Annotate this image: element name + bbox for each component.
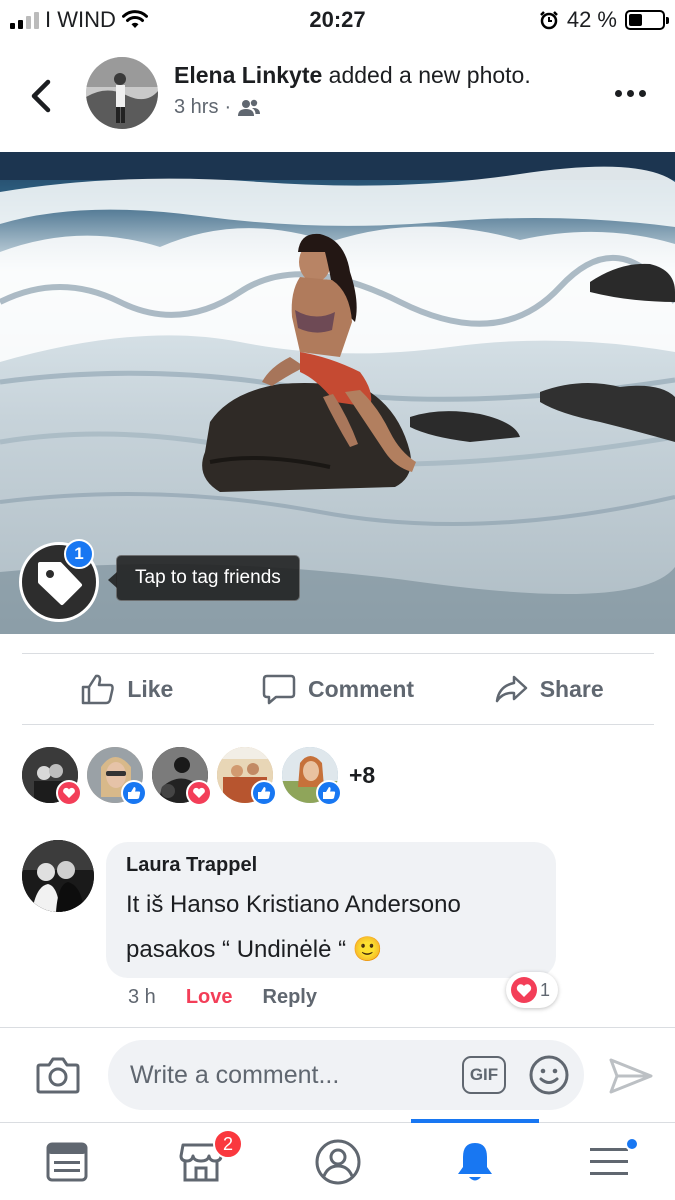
tab-marketplace[interactable]: 2 xyxy=(137,1123,265,1200)
profile-icon xyxy=(315,1139,361,1185)
tab-menu[interactable] xyxy=(545,1123,673,1200)
menu-hamburger-icon xyxy=(590,1148,628,1175)
more-reactions-count[interactable]: +8 xyxy=(349,762,375,789)
battery-percent: 42 % xyxy=(566,7,617,32)
reactor-avatar[interactable] xyxy=(22,747,82,806)
like-button[interactable]: Like xyxy=(22,654,233,724)
comment-bubble-icon xyxy=(262,674,296,705)
comment-input-container: GIF xyxy=(108,1040,584,1110)
commenter-avatar[interactable] xyxy=(22,840,94,912)
reactor-avatar[interactable] xyxy=(152,747,212,806)
post-action-text: added a new photo. xyxy=(328,62,531,88)
battery-icon xyxy=(625,10,669,30)
emoji-icon[interactable] xyxy=(528,1054,570,1096)
gif-button[interactable]: GIF xyxy=(462,1056,506,1094)
like-label: Like xyxy=(127,675,174,702)
comment-button[interactable]: Comment xyxy=(233,654,444,724)
thumbs-up-icon xyxy=(82,674,115,705)
marketplace-notification-badge: 2 xyxy=(213,1129,243,1159)
tab-news-feed[interactable] xyxy=(3,1123,131,1200)
reactor-avatar[interactable] xyxy=(87,747,147,806)
post-action-bar: Like Comment Share xyxy=(22,653,654,725)
bottom-tab-bar: 2 xyxy=(0,1119,675,1200)
author-avatar[interactable] xyxy=(86,57,158,129)
news-feed-icon xyxy=(46,1142,88,1182)
comment-text: It iš Hanso Kristiano Andersono pasakos … xyxy=(126,883,536,972)
send-icon[interactable] xyxy=(608,1056,654,1096)
tag-friends-tooltip[interactable]: Tap to tag friends xyxy=(108,555,300,601)
meta-separator-dot: · xyxy=(224,96,232,118)
comment-label: Comment xyxy=(307,675,415,702)
tab-notifications[interactable] xyxy=(411,1119,539,1200)
commenter-avatar-image xyxy=(22,840,94,912)
author-avatar-image xyxy=(86,57,158,129)
like-reaction-icon xyxy=(316,780,342,806)
comment-bubble[interactable]: Laura Trappel It iš Hanso Kristiano Ande… xyxy=(106,842,556,978)
comment-reaction-summary[interactable]: 1 xyxy=(506,972,559,1008)
friends-icon xyxy=(238,99,261,116)
love-reaction-icon xyxy=(56,780,82,806)
share-button[interactable]: Share xyxy=(443,654,654,724)
reactor-avatar[interactable] xyxy=(217,747,277,806)
comment-reply-button[interactable]: Reply xyxy=(263,986,317,1009)
post-meta: 3 hrs · xyxy=(174,96,261,119)
comment-author[interactable]: Laura Trappel xyxy=(126,854,536,877)
more-options-icon[interactable] xyxy=(615,86,649,100)
comment-time: 3 h xyxy=(128,986,156,1008)
comment-text-line: pasakos “ Undinėlė “ xyxy=(126,936,347,963)
post-header: Elena Linkyte added a new photo. 3 hrs · xyxy=(0,50,675,145)
alarm-icon xyxy=(539,11,558,30)
tab-profile[interactable] xyxy=(274,1123,402,1200)
author-name[interactable]: Elena Linkyte xyxy=(174,62,322,88)
like-reaction-icon xyxy=(251,780,277,806)
comment-text-line-2: pasakos “ Undinėlė “ 🙂 xyxy=(126,927,536,972)
reactor-avatar[interactable] xyxy=(282,747,342,806)
comment-text-line: It iš Hanso Kristiano Andersono xyxy=(126,891,461,918)
status-bar: I WIND 20:27 42 % xyxy=(0,0,675,40)
comment-love-button[interactable]: Love xyxy=(186,986,233,1009)
comment-composer: GIF xyxy=(0,1027,675,1122)
share-label: Share xyxy=(539,675,604,702)
smile-emoji: 🙂 xyxy=(352,935,383,963)
battery-group: 42 % xyxy=(539,7,669,33)
comment-input[interactable] xyxy=(130,1040,450,1110)
bell-icon xyxy=(458,1143,492,1181)
camera-icon[interactable] xyxy=(36,1055,80,1095)
seascape-photo xyxy=(0,152,675,634)
like-reaction-icon xyxy=(121,780,147,806)
post-title: Elena Linkyte added a new photo. xyxy=(174,62,531,89)
battery-fill xyxy=(629,14,642,26)
reactions-row[interactable]: +8 xyxy=(22,745,375,806)
love-reaction-icon xyxy=(511,977,537,1003)
menu-notification-dot xyxy=(625,1137,639,1151)
tag-count-badge: 1 xyxy=(64,539,94,569)
post-photo[interactable]: 1 Tap to tag friends xyxy=(0,152,675,634)
love-reaction-icon xyxy=(186,780,212,806)
comment-reaction-count: 1 xyxy=(540,979,551,1000)
back-chevron-icon[interactable] xyxy=(22,72,62,120)
share-arrow-icon xyxy=(495,675,527,703)
post-time[interactable]: 3 hrs xyxy=(174,96,218,119)
comment-meta: 3 h Love Reply xyxy=(128,986,317,1009)
